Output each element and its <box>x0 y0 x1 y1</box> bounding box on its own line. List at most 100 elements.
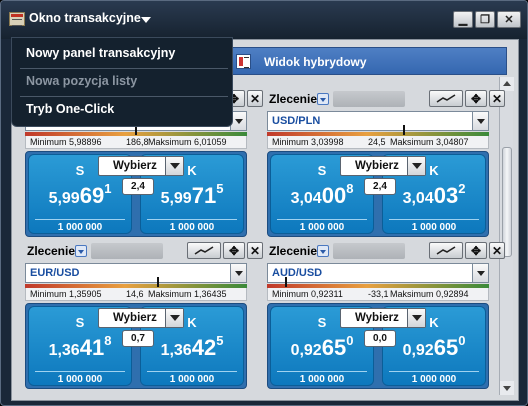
panel-title: Zlecenie <box>269 92 318 106</box>
spread-value: 2,4 <box>122 178 154 195</box>
chart-button[interactable] <box>187 242 221 259</box>
chart-line-icon <box>436 93 456 103</box>
hybrid-view-tab[interactable]: Widok hybrydowy <box>221 47 507 75</box>
sell-price-prefix: 1,36 <box>48 342 80 359</box>
panel-header-fill <box>333 91 405 107</box>
sell-price-pips: 65 <box>321 335 347 360</box>
order-mode-value: Wybierz <box>113 312 157 324</box>
maximize-button[interactable]: ❐ <box>475 11 495 28</box>
buy-price-pips: 65 <box>433 335 459 360</box>
vertical-scrollbar[interactable] <box>499 77 514 395</box>
scroll-down-icon[interactable] <box>500 381 514 395</box>
sell-price-pips: 41 <box>79 335 105 360</box>
currency-pair-select[interactable]: AUD/USD <box>267 263 489 283</box>
range-mid-value: -33,1 <box>368 289 389 299</box>
sell-price-prefix: 5,99 <box>48 190 80 207</box>
buy-price-prefix: 3,04 <box>402 190 434 207</box>
scroll-up-icon[interactable] <box>500 77 514 91</box>
currency-pair-select[interactable]: EUR/USD <box>25 263 247 283</box>
range-mid-value: 24,5 <box>368 137 386 147</box>
minimum-label: Minimum 5,98896 <box>30 137 102 147</box>
chevron-down-icon[interactable] <box>165 309 183 327</box>
sell-price-prefix: 3,04 <box>290 190 322 207</box>
minimize-button[interactable]: ▁ <box>453 11 473 28</box>
close-icon: ✕ <box>491 243 503 258</box>
move-icon: ✥ <box>470 91 482 106</box>
menu-item-one-click[interactable]: Tryb One-Click <box>26 102 114 116</box>
panel-header: Zlecenie ✥ ✕ <box>267 241 505 261</box>
close-icon: ✕ <box>249 91 261 106</box>
scroll-thumb[interactable] <box>502 147 512 257</box>
chevron-down-icon[interactable] <box>407 157 425 175</box>
buy-price: 3,04032 <box>383 181 485 209</box>
order-mode-select[interactable]: Wybierz <box>98 308 184 328</box>
buy-price-pips: 71 <box>191 183 217 208</box>
window-controls: ▁ ❐ ✕ <box>453 11 521 28</box>
buy-amount: 1 000 000 <box>389 371 479 385</box>
menu-item-new-panel[interactable]: Nowy panel transakcyjny <box>26 46 175 60</box>
trading-panel: Zlecenie ✥ ✕ AUD/USD Minimum 0,92311 -33… <box>267 241 505 391</box>
currency-pair-value: AUD/USD <box>272 267 323 279</box>
high-low-row: Minimum 5,98896 186,8 Maksimum 6,01059 <box>25 136 247 149</box>
chart-line-icon <box>194 245 214 255</box>
trade-area: S 1,36418 1 000 000 K 1,36425 1 000 000 … <box>25 303 247 389</box>
currency-pair-value: EUR/USD <box>30 267 80 279</box>
chart-line-icon <box>436 245 456 255</box>
buy-price-prefix: 0,92 <box>402 342 434 359</box>
spread-value: 0,0 <box>364 330 396 347</box>
move-button[interactable]: ✥ <box>465 90 487 107</box>
minimum-label: Minimum 3,03998 <box>272 137 344 147</box>
range-marker <box>157 277 159 287</box>
panel-header: Zlecenie ✥ ✕ <box>25 241 263 261</box>
maximize-icon: ❐ <box>480 14 490 26</box>
title-dropdown-caret-icon[interactable] <box>141 17 151 23</box>
order-mode-select[interactable]: Wybierz <box>340 308 426 328</box>
arrow-down-icon[interactable] <box>317 93 329 105</box>
currency-pair-select[interactable]: USD/PLN <box>267 111 489 131</box>
move-button[interactable]: ✥ <box>223 242 245 259</box>
buy-amount: 1 000 000 <box>147 371 237 385</box>
chevron-down-icon[interactable] <box>472 112 488 130</box>
menu-separator <box>20 68 228 69</box>
move-icon: ✥ <box>228 243 240 258</box>
minimum-label: Minimum 0,92311 <box>272 289 343 299</box>
sell-amount: 1 000 000 <box>277 219 367 233</box>
sell-amount: 1 000 000 <box>35 371 125 385</box>
sell-price-fraction: 8 <box>104 333 112 348</box>
close-panel-button[interactable]: ✕ <box>247 242 263 259</box>
buy-price-pips: 03 <box>433 183 459 208</box>
sell-price: 3,04008 <box>271 181 373 209</box>
arrow-down-icon[interactable] <box>317 245 329 257</box>
close-window-button[interactable]: ✕ <box>497 11 521 28</box>
buy-amount: 1 000 000 <box>147 219 237 233</box>
window-title[interactable]: Okno transakcyjne <box>29 11 141 25</box>
arrow-down-icon[interactable] <box>75 245 87 257</box>
move-button[interactable]: ✥ <box>465 242 487 259</box>
buy-price-fraction: 5 <box>216 181 224 196</box>
chart-button[interactable] <box>429 90 463 107</box>
move-icon: ✥ <box>470 243 482 258</box>
app-icon <box>9 12 25 26</box>
chevron-down-icon[interactable] <box>407 309 425 327</box>
title-bar: Okno transakcyjne ▁ ❐ ✕ <box>1 1 527 39</box>
buy-price-fraction: 2 <box>458 181 466 196</box>
chevron-down-icon[interactable] <box>165 157 183 175</box>
close-icon: ✕ <box>491 91 503 106</box>
panel-header-fill <box>91 243 163 259</box>
trade-area: S 0,92650 1 000 000 K 0,92650 1 000 000 … <box>267 303 489 389</box>
order-mode-select[interactable]: Wybierz <box>340 156 426 176</box>
high-low-row: Minimum 1,35905 14,6 Maksimum 1,36435 <box>25 288 247 301</box>
spread-value: 2,4 <box>364 178 396 195</box>
order-mode-select[interactable]: Wybierz <box>98 156 184 176</box>
chevron-down-icon[interactable] <box>472 264 488 282</box>
range-marker <box>285 277 287 287</box>
sell-price-fraction: 0 <box>346 333 354 348</box>
chart-button[interactable] <box>429 242 463 259</box>
close-panel-button[interactable]: ✕ <box>489 242 505 259</box>
trade-area: S 3,04008 1 000 000 K 3,04032 1 000 000 … <box>267 151 489 237</box>
close-panel-button[interactable]: ✕ <box>247 90 263 107</box>
sell-price-pips: 69 <box>79 183 105 208</box>
close-panel-button[interactable]: ✕ <box>489 90 505 107</box>
buy-price-prefix: 1,36 <box>160 342 192 359</box>
chevron-down-icon[interactable] <box>230 264 246 282</box>
